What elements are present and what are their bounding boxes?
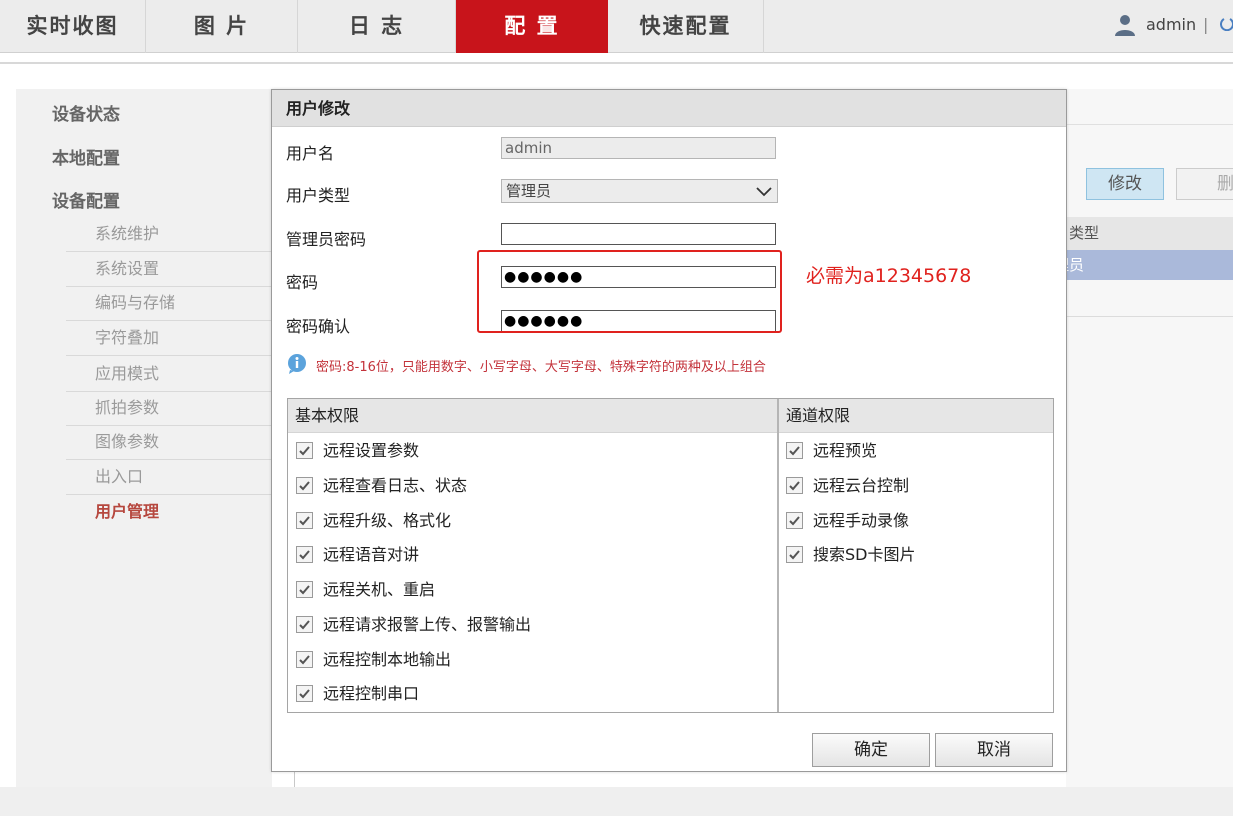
sidebar-item-encoding-storage[interactable]: 编码与存储	[66, 286, 272, 321]
password-hint: 密码:8-16位，只能用数字、小写字母、大写字母、特殊字符的两种及以上组合	[316, 360, 766, 375]
modify-user-button[interactable]: 修改	[1086, 168, 1164, 200]
user-separator: |	[1203, 15, 1209, 34]
perm-label: 远程设置参数	[323, 441, 420, 460]
channel-permissions-header: 通道权限	[779, 399, 1053, 433]
perm-label: 远程云台控制	[813, 476, 910, 495]
perm-label: 远程关机、重启	[323, 580, 436, 599]
checkbox[interactable]	[786, 546, 803, 563]
check-icon	[299, 655, 310, 665]
admin-password-input[interactable]	[501, 223, 776, 245]
check-icon	[299, 689, 310, 699]
table-header-user-type: 户类型	[1054, 217, 1233, 250]
checkbox[interactable]	[786, 477, 803, 494]
check-icon	[789, 481, 800, 491]
check-icon	[299, 481, 310, 491]
sidebar-group-local-config[interactable]: 本地配置	[52, 144, 120, 169]
username-display[interactable]: admin	[1146, 0, 1196, 50]
user-edit-dialog: 用户修改 用户名 admin 用户类型 管理员 管理员密码 密码 ●●●●●● …	[271, 89, 1067, 772]
checkbox[interactable]	[296, 616, 313, 633]
check-icon	[299, 585, 310, 595]
dialog-title: 用户修改	[272, 90, 1066, 127]
check-icon	[299, 516, 310, 526]
annotation-text: 必需为a12345678	[806, 265, 972, 287]
cancel-button[interactable]: 取消	[935, 733, 1053, 767]
username-input: admin	[501, 137, 776, 159]
perm-label: 搜索SD卡图片	[813, 545, 916, 564]
perm-label: 远程升级、格式化	[323, 511, 452, 530]
sidebar-item-user-management[interactable]: 用户管理	[66, 495, 272, 530]
check-icon	[789, 446, 800, 456]
user-type-select[interactable]: 管理员	[501, 179, 778, 203]
check-icon	[299, 550, 310, 560]
sidebar-group-device-config[interactable]: 设备配置	[52, 187, 120, 212]
confirm-password-label: 密码确认	[286, 317, 351, 336]
top-nav-bar: 实时收图 图 片 日 志 配 置 快速配置 admin |	[0, 0, 1233, 53]
admin-password-label: 管理员密码	[286, 230, 367, 249]
divider	[1066, 124, 1233, 125]
checkbox[interactable]	[786, 442, 803, 459]
checkbox[interactable]	[296, 512, 313, 529]
checkbox[interactable]	[296, 477, 313, 494]
tab-live-capture[interactable]: 实时收图	[0, 0, 146, 53]
check-icon	[299, 446, 310, 456]
perm-label: 远程语音对讲	[323, 545, 420, 564]
annotation-highlight-box	[477, 250, 782, 333]
logout-icon[interactable]	[1220, 17, 1233, 31]
tab-pictures[interactable]: 图 片	[146, 0, 298, 53]
sidebar-item-system-settings[interactable]: 系统设置	[66, 252, 272, 287]
checkbox[interactable]	[296, 685, 313, 702]
sidebar-item-app-mode[interactable]: 应用模式	[66, 357, 272, 392]
perm-label: 远程预览	[813, 441, 878, 460]
sidebar-item-entrance[interactable]: 出入口	[66, 460, 272, 495]
basic-permissions-header: 基本权限	[288, 399, 777, 433]
bottom-bar	[0, 787, 1233, 816]
username-label: 用户名	[286, 144, 335, 163]
sidebar-item-capture-params[interactable]: 抓拍参数	[66, 391, 272, 426]
user-type-label: 用户类型	[286, 186, 351, 205]
perm-label: 远程请求报警上传、报警输出	[323, 615, 532, 634]
user-icon	[1115, 15, 1135, 36]
divider	[777, 399, 779, 712]
tab-logs[interactable]: 日 志	[298, 0, 456, 53]
sidebar-item-image-params[interactable]: 图像参数	[66, 425, 272, 460]
permissions-panel: 基本权限 通道权限 远程设置参数 远程查看日志、状态 远程升级、格式化 远程语音…	[287, 398, 1054, 713]
chevron-down-icon	[756, 187, 772, 197]
tab-quick-config[interactable]: 快速配置	[608, 0, 764, 53]
nav-separator	[0, 62, 1233, 64]
delete-user-button[interactable]: 删	[1176, 168, 1233, 200]
checkbox[interactable]	[786, 512, 803, 529]
checkbox[interactable]	[296, 546, 313, 563]
sidebar: 设备状态 本地配置 设备配置 系统维护 系统设置 编码与存储 字符叠加 应用模式…	[16, 89, 272, 787]
sidebar-item-system-maintenance[interactable]: 系统维护	[66, 217, 272, 252]
checkbox[interactable]	[296, 651, 313, 668]
ok-button[interactable]: 确定	[812, 733, 930, 767]
check-icon	[789, 550, 800, 560]
info-icon	[288, 354, 306, 374]
divider	[1066, 316, 1233, 317]
sidebar-item-osd[interactable]: 字符叠加	[66, 321, 272, 356]
user-area: admin |	[1113, 0, 1233, 53]
checkbox[interactable]	[296, 442, 313, 459]
perm-label: 远程控制串口	[323, 684, 420, 703]
sidebar-group-device-status[interactable]: 设备状态	[52, 100, 120, 125]
perm-label: 远程查看日志、状态	[323, 476, 468, 495]
user-type-value: 管理员	[506, 182, 552, 200]
perm-label: 远程手动录像	[813, 511, 910, 530]
check-icon	[789, 516, 800, 526]
perm-label: 远程控制本地输出	[323, 650, 452, 669]
password-label: 密码	[286, 273, 319, 292]
table-row[interactable]: 理员	[1054, 250, 1233, 280]
checkbox[interactable]	[296, 581, 313, 598]
check-icon	[299, 620, 310, 630]
tab-configuration[interactable]: 配 置	[456, 0, 608, 53]
